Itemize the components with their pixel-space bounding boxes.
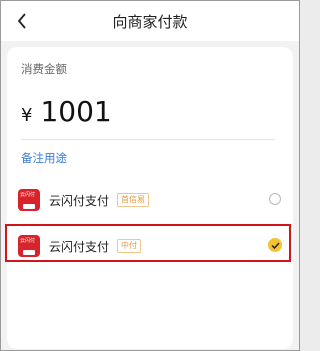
amount-field[interactable]: ¥ 1001 — [21, 95, 112, 128]
unionpay-quickpass-logo-icon: 云闪付 — [18, 189, 40, 211]
payment-method-name: 云闪付支付 — [49, 239, 110, 254]
amount-value[interactable]: 1001 — [40, 95, 111, 128]
remark-link[interactable]: 备注用途 — [21, 150, 67, 166]
channel-tag: 中付 — [117, 239, 142, 253]
currency-symbol: ¥ — [21, 105, 33, 126]
header-bar: 向商家付款 — [1, 1, 299, 41]
payment-card: 消费金额 ¥ 1001 备注用途 云闪付 云闪付支付 首信易 云闪付 云闪付支付… — [7, 47, 293, 349]
logo-text: 云闪付 — [20, 238, 36, 244]
channel-tag: 首信易 — [117, 193, 150, 207]
payment-method-row[interactable]: 云闪付 云闪付支付 首信易 — [7, 181, 293, 219]
page-title: 向商家付款 — [112, 13, 188, 31]
unionpay-quickpass-logo-icon: 云闪付 — [18, 235, 40, 257]
logo-text: 云闪付 — [20, 192, 36, 198]
radio-unselected-icon[interactable] — [269, 193, 281, 205]
payment-method-name: 云闪付支付 — [49, 193, 110, 208]
divider — [21, 139, 275, 140]
screen-frame: 向商家付款 消费金额 ¥ 1001 备注用途 云闪付 云闪付支付 首信易 云闪付… — [0, 0, 300, 351]
check-selected-icon[interactable] — [268, 238, 282, 252]
payment-method-row-selected[interactable]: 云闪付 云闪付支付 中付 — [7, 227, 293, 265]
amount-label: 消费金额 — [21, 62, 67, 76]
